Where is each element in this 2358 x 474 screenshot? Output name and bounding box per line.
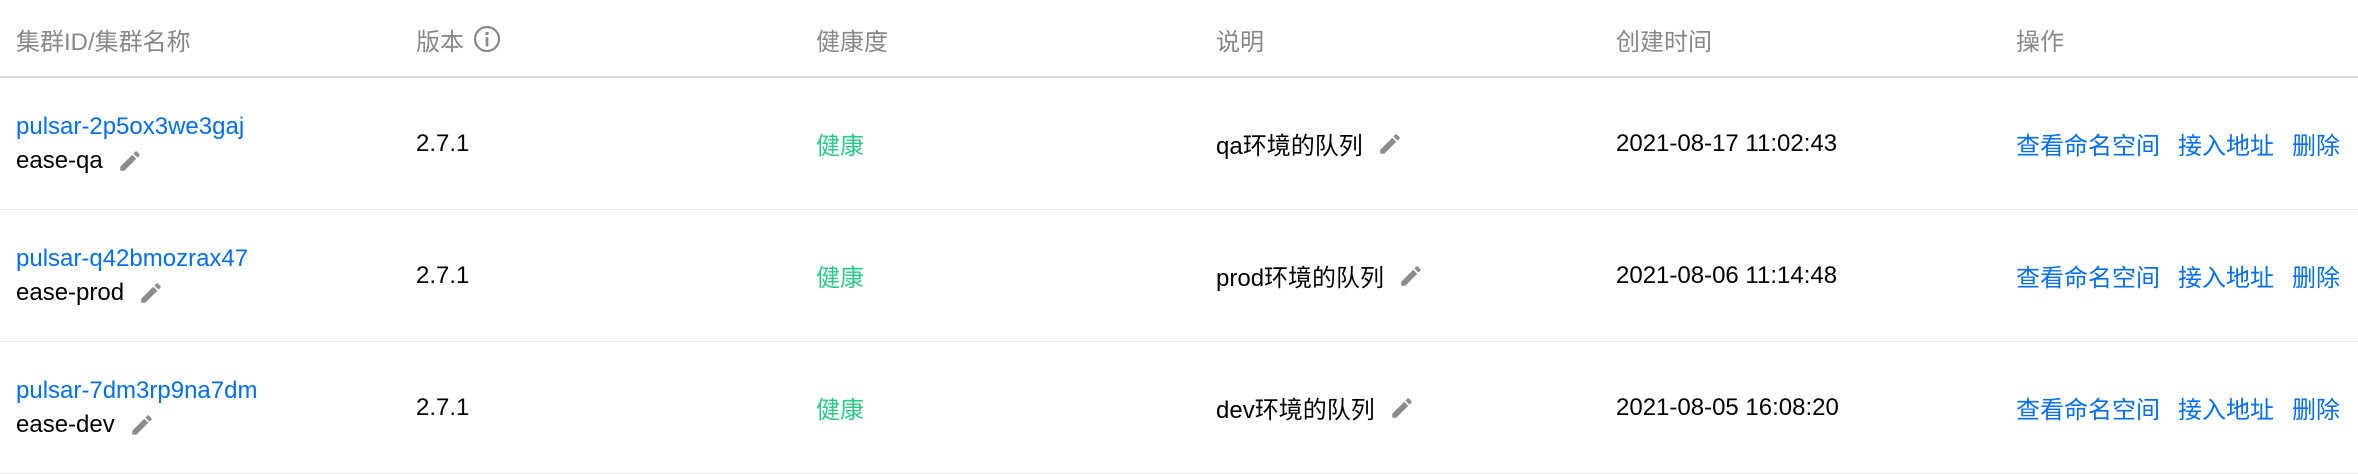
version-cell: 2.7.1 — [416, 261, 470, 289]
cluster-id-name-cell: pulsar-7dm3rp9na7dm ease-dev — [16, 342, 257, 473]
cluster-table: 集群ID/集群名称 版本 健康度 说明 创建时间 操作 pulsar-2p5ox… — [0, 0, 2358, 474]
edit-description-icon[interactable] — [1377, 131, 1403, 157]
description-text: dev环境的队列 — [1216, 397, 1375, 424]
description-cell: dev环境的队列 — [1216, 342, 1415, 473]
description-cell: qa环境的队列 — [1216, 78, 1403, 209]
table-header: 集群ID/集群名称 版本 健康度 说明 创建时间 操作 — [0, 0, 2358, 78]
table-row: pulsar-q42bmozrax47 ease-prod 2.7.1 健康 p… — [0, 210, 2358, 342]
header-health: 健康度 — [816, 28, 888, 56]
edit-name-icon[interactable] — [138, 280, 164, 306]
cluster-name-line: ease-prod — [16, 276, 248, 310]
header-created-time: 创建时间 — [1616, 28, 1712, 56]
delete-link[interactable]: 删除 — [2292, 126, 2340, 161]
header-version: 版本 — [416, 0, 501, 78]
cluster-name-line: ease-qa — [16, 144, 244, 178]
access-address-link[interactable]: 接入地址 — [2178, 258, 2274, 293]
cluster-name: ease-dev — [16, 410, 115, 438]
created-time-cell: 2021-08-17 11:02:43 — [1616, 129, 1838, 157]
cluster-id-link[interactable]: pulsar-2p5ox3we3gaj — [16, 110, 244, 144]
cluster-id-link[interactable]: pulsar-7dm3rp9na7dm — [16, 374, 257, 408]
cluster-id-name-cell: pulsar-q42bmozrax47 ease-prod — [16, 210, 248, 341]
access-address-link[interactable]: 接入地址 — [2178, 126, 2274, 161]
delete-link[interactable]: 删除 — [2292, 390, 2340, 425]
access-address-link[interactable]: 接入地址 — [2178, 390, 2274, 425]
version-cell: 2.7.1 — [416, 393, 470, 421]
delete-link[interactable]: 删除 — [2292, 258, 2340, 293]
table-row: pulsar-7dm3rp9na7dm ease-dev 2.7.1 健康 de… — [0, 342, 2358, 474]
view-namespace-link[interactable]: 查看命名空间 — [2016, 258, 2160, 293]
description-text: prod环境的队列 — [1216, 265, 1385, 292]
header-cluster-id-name: 集群ID/集群名称 — [16, 28, 191, 56]
operations-cell: 查看命名空间 接入地址 删除 — [2016, 210, 2340, 341]
health-status: 健康 — [816, 397, 864, 424]
view-namespace-link[interactable]: 查看命名空间 — [2016, 126, 2160, 161]
info-icon[interactable] — [473, 25, 501, 53]
header-description: 说明 — [1216, 28, 1264, 56]
created-time-cell: 2021-08-05 16:08:20 — [1616, 393, 1839, 421]
version-cell: 2.7.1 — [416, 129, 470, 157]
health-status: 健康 — [816, 265, 864, 292]
table-row: pulsar-2p5ox3we3gaj ease-qa 2.7.1 健康 qa环… — [0, 78, 2358, 210]
created-time-cell: 2021-08-06 11:14:48 — [1616, 261, 1838, 289]
cluster-name: ease-qa — [16, 146, 103, 174]
operations-cell: 查看命名空间 接入地址 删除 — [2016, 342, 2340, 473]
edit-name-icon[interactable] — [117, 148, 143, 174]
edit-description-icon[interactable] — [1389, 395, 1415, 421]
edit-description-icon[interactable] — [1398, 263, 1424, 289]
cluster-name: ease-prod — [16, 278, 125, 306]
view-namespace-link[interactable]: 查看命名空间 — [2016, 390, 2160, 425]
header-version-label: 版本 — [416, 28, 464, 56]
header-operations: 操作 — [2016, 28, 2064, 56]
description-cell: prod环境的队列 — [1216, 210, 1424, 341]
description-text: qa环境的队列 — [1216, 133, 1363, 160]
health-status: 健康 — [816, 133, 864, 160]
edit-name-icon[interactable] — [129, 412, 155, 438]
cluster-id-link[interactable]: pulsar-q42bmozrax47 — [16, 242, 248, 276]
operations-cell: 查看命名空间 接入地址 删除 — [2016, 78, 2340, 209]
cluster-name-line: ease-dev — [16, 408, 257, 442]
cluster-id-name-cell: pulsar-2p5ox3we3gaj ease-qa — [16, 78, 244, 209]
